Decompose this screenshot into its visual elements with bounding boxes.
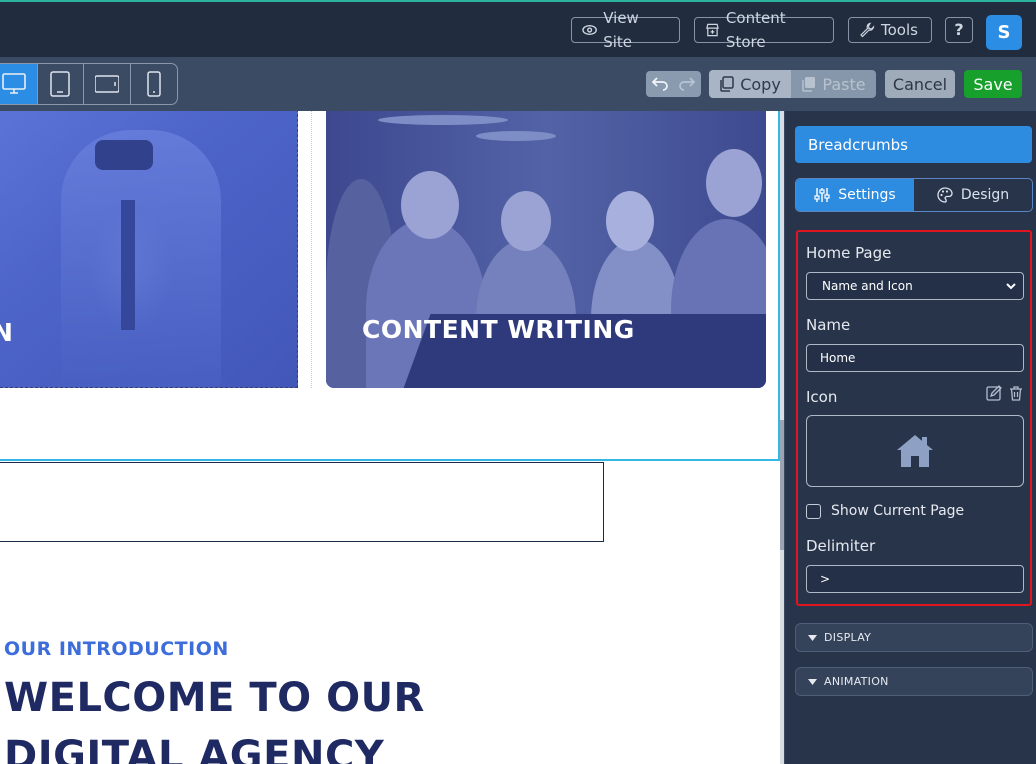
cancel-label: Cancel — [892, 74, 948, 94]
name-input-value: Home — [820, 351, 856, 365]
tab-design-label: Design — [960, 187, 1010, 203]
card-photo-vr-headset — [95, 140, 153, 170]
tab-settings[interactable]: Settings — [796, 179, 914, 211]
show-current-page-checkbox[interactable] — [806, 503, 821, 519]
palette-icon — [937, 187, 953, 203]
copy-label: Copy — [740, 74, 781, 94]
section-animation[interactable]: ANIMATION — [795, 667, 1033, 696]
undo-icon — [651, 77, 668, 91]
card-photo-head — [401, 171, 459, 239]
tools-label: Tools — [881, 21, 918, 39]
user-avatar[interactable]: S — [986, 15, 1022, 50]
paste-button[interactable]: Paste — [791, 70, 876, 98]
section-display-label: DISPLAY — [824, 631, 872, 644]
panel-tabs: Settings Design — [795, 178, 1033, 212]
editor-toolbar: Copy Paste Cancel Save — [0, 57, 1036, 111]
service-card-content-writing[interactable]: CONTENT WRITING — [326, 111, 766, 388]
view-site-label: View Site — [603, 9, 639, 51]
eye-icon — [582, 25, 597, 35]
home-page-select-value: Name and Icon — [822, 279, 913, 293]
help-label: ? — [954, 20, 964, 39]
show-current-page-row[interactable]: Show Current Page — [806, 503, 964, 519]
cancel-button[interactable]: Cancel — [885, 70, 955, 98]
name-label: Name — [806, 316, 851, 334]
name-input[interactable]: Home — [806, 344, 1024, 372]
paste-icon — [802, 77, 816, 92]
delimiter-input[interactable]: > — [806, 565, 1024, 593]
section-animation-label: ANIMATION — [824, 675, 889, 688]
save-button[interactable]: Save — [964, 70, 1022, 98]
mobile-icon — [147, 71, 161, 97]
home-page-label: Home Page — [806, 244, 892, 262]
card-title: GN — [0, 318, 13, 347]
desktop-icon — [1, 73, 26, 94]
redo-icon — [679, 77, 696, 91]
view-site-button[interactable]: View Site — [571, 9, 680, 51]
properties-panel: Breadcrumbs Settings Design Home Page Na… — [784, 111, 1036, 764]
content-store-label: Content Store — [725, 9, 786, 51]
device-tablet-landscape-button[interactable] — [84, 64, 131, 104]
icon-label: Icon — [806, 388, 838, 406]
home-icon — [897, 435, 933, 467]
tablet-landscape-icon — [94, 75, 119, 93]
paste-label: Paste — [822, 74, 866, 94]
device-mobile-button[interactable] — [131, 64, 177, 104]
chevron-down-icon — [1006, 283, 1016, 290]
save-label: Save — [973, 74, 1013, 94]
redo-button[interactable] — [674, 71, 702, 97]
top-bar: View Site Content Store Tools ? S — [0, 0, 1036, 57]
tab-design[interactable]: Design — [914, 179, 1032, 211]
selection-outline-bottom — [0, 459, 780, 461]
section-heading: WELCOME TO OUR DIGITAL AGENCY — [4, 675, 425, 764]
card-photo-tie — [121, 200, 135, 330]
content-store-button[interactable]: Content Store — [694, 9, 834, 51]
card-photo-head — [606, 191, 654, 251]
service-card-design[interactable]: GN — [0, 111, 298, 388]
caret-down-icon — [808, 679, 817, 685]
tools-button[interactable]: Tools — [848, 17, 932, 43]
icon-actions — [986, 385, 1024, 401]
card-photo-lamp — [476, 131, 556, 141]
section-display[interactable]: DISPLAY — [795, 623, 1033, 652]
avatar-initial: S — [997, 22, 1011, 43]
panel-title: Breadcrumbs — [795, 126, 1032, 163]
trash-icon[interactable] — [1008, 385, 1024, 401]
device-desktop-button[interactable] — [0, 64, 38, 104]
delimiter-input-value: > — [820, 572, 831, 586]
undo-redo-group — [646, 71, 701, 97]
wrench-icon — [860, 22, 875, 38]
card-photo-head — [706, 149, 762, 217]
edit-icon[interactable] — [986, 385, 1002, 401]
icon-preview[interactable] — [806, 415, 1024, 487]
device-tablet-button[interactable] — [38, 64, 85, 104]
home-page-select[interactable]: Name and Icon — [806, 272, 1024, 300]
help-button[interactable]: ? — [945, 17, 973, 43]
card-photo-head — [501, 191, 551, 251]
section-kicker: OUR INTRODUCTION — [4, 638, 229, 660]
column-divider — [311, 111, 312, 388]
tablet-icon — [50, 71, 71, 97]
sliders-icon — [814, 188, 830, 202]
card-title: CONTENT WRITING — [362, 315, 635, 344]
breadcrumbs-block[interactable] — [0, 462, 604, 542]
store-icon — [706, 23, 719, 37]
copy-button[interactable]: Copy — [709, 70, 791, 98]
breadcrumbs-settings-group: Home Page Name and Icon Name Home Icon S… — [796, 230, 1032, 606]
copy-icon — [720, 76, 734, 92]
device-switcher — [0, 63, 178, 105]
tab-settings-label: Settings — [838, 187, 896, 203]
page-canvas: GN CONTENT WRITING OUR INTRODUCTION WELC… — [0, 111, 784, 764]
card-photo-lamp — [378, 115, 508, 125]
delimiter-label: Delimiter — [806, 537, 876, 555]
undo-button[interactable] — [646, 71, 674, 97]
caret-down-icon — [808, 635, 817, 641]
show-current-page-label: Show Current Page — [831, 503, 965, 519]
